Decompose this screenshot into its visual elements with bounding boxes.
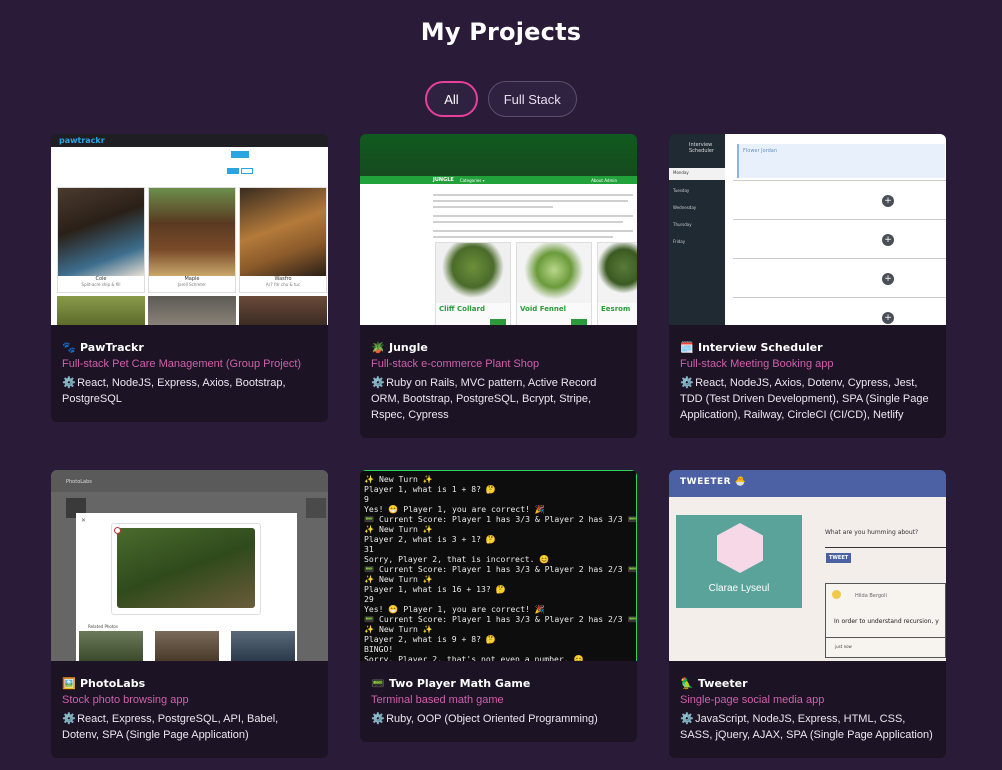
gear-icon: ⚙️ bbox=[680, 377, 694, 389]
tweeter-logo: TWEETER 🐣 bbox=[669, 470, 946, 497]
picture-icon: 🖼️ bbox=[62, 677, 76, 690]
project-thumbnail[interactable]: TWEETER 🐣 Clarae Lyseul What are you hum… bbox=[669, 470, 946, 661]
terminal-line: Yes! 😁 Player 1, you are correct! 🎉 bbox=[364, 604, 545, 614]
plant-icon: 🪴 bbox=[371, 341, 385, 354]
pawtrackr-logo: pawtrackr bbox=[59, 136, 105, 145]
gear-icon: ⚙️ bbox=[62, 377, 76, 389]
terminal-line: ✨ New Turn ✨ bbox=[364, 574, 433, 584]
add-appointment-icon: + bbox=[882, 273, 894, 285]
terminal-line: 📟 Current Score: Player 1 has 3/3 & Play… bbox=[364, 564, 637, 574]
project-thumbnail[interactable]: PhotoLabs ✕ Related Photos bbox=[51, 470, 328, 661]
terminal-line: 9 bbox=[364, 494, 369, 504]
project-tech: ⚙️ React, Express, PostgreSQL, API, Babe… bbox=[62, 713, 279, 741]
project-thumbnail[interactable]: pawtrackr Cole Split-acre ship & fill Ma… bbox=[51, 134, 328, 325]
add-appointment-icon: + bbox=[882, 312, 894, 324]
terminal-line: Player 1, what is 1 + 8? 🤔 bbox=[364, 484, 496, 494]
terminal-line: ✨ New Turn ✨ bbox=[364, 474, 433, 484]
project-card-photolabs[interactable]: PhotoLabs ✕ Related Photos 🖼️ PhotoLabs S… bbox=[51, 470, 328, 758]
add-appointment-icon: + bbox=[882, 195, 894, 207]
gear-icon: ⚙️ bbox=[62, 713, 76, 725]
project-subtitle: Full-stack e-commerce Plant Shop bbox=[371, 358, 540, 370]
terminal-output: ✨ New Turn ✨ Player 1, what is 1 + 8? 🤔 9 Y… bbox=[360, 470, 637, 661]
project-card-tweeter[interactable]: TWEETER 🐣 Clarae Lyseul What are you hum… bbox=[669, 470, 946, 758]
terminal-line: 📟 Current Score: Player 1 has 3/3 & Play… bbox=[364, 614, 637, 624]
project-card-pawtrackr[interactable]: pawtrackr Cole Split-acre ship & fill Ma… bbox=[51, 134, 328, 422]
project-title: PawTrackr bbox=[80, 341, 144, 354]
project-tech: ⚙️ React, NodeJS, Express, Axios, Bootst… bbox=[62, 377, 286, 405]
heart-icon bbox=[114, 527, 121, 534]
project-card-jungle[interactable]: JUNGLE Categories ▾ About Admin Cliff Co… bbox=[360, 134, 637, 438]
project-subtitle: Full-stack Meeting Booking app bbox=[680, 358, 834, 370]
terminal-line: ✨ New Turn ✨ bbox=[364, 624, 433, 634]
calendar-icon: 🗓️ bbox=[680, 341, 694, 354]
project-subtitle: Single-page social media app bbox=[680, 694, 825, 706]
project-tech: ⚙️ Ruby on Rails, MVC pattern, Active Re… bbox=[371, 377, 597, 421]
terminal-line: Yes! 😁 Player 1, you are correct! 🎉 bbox=[364, 504, 545, 514]
terminal-line: ✨ New Turn ✨ bbox=[364, 524, 433, 534]
terminal-line: Player 2, what is 9 + 8? 🤔 bbox=[364, 634, 496, 644]
page-title: My Projects bbox=[420, 18, 582, 46]
add-appointment-icon: + bbox=[882, 234, 894, 246]
terminal-line: Sorry, Player 2, that's not even a numbe… bbox=[364, 654, 584, 661]
gear-icon: ⚙️ bbox=[680, 713, 694, 725]
filter-bar: All Full Stack bbox=[0, 81, 1002, 117]
filter-all-button[interactable]: All bbox=[425, 81, 478, 117]
gear-icon: ⚙️ bbox=[371, 713, 385, 725]
project-title: Tweeter bbox=[698, 677, 748, 690]
project-title: Interview Scheduler bbox=[698, 341, 823, 354]
terminal-line: 📟 Current Score: Player 1 has 3/3 & Play… bbox=[364, 514, 637, 524]
terminal-line: BINGO! bbox=[364, 644, 394, 654]
project-title: Two Player Math Game bbox=[389, 677, 531, 690]
terminal-line: Player 1, what is 16 + 13? 🤔 bbox=[364, 584, 506, 594]
project-thumbnail[interactable]: JUNGLE Categories ▾ About Admin Cliff Co… bbox=[360, 134, 637, 325]
project-tech: ⚙️ Ruby, OOP (Object Oriented Programmin… bbox=[371, 713, 598, 725]
project-tech: ⚙️ JavaScript, NodeJS, Express, HTML, CS… bbox=[680, 713, 933, 741]
filter-fullstack-button[interactable]: Full Stack bbox=[487, 81, 577, 117]
pager-icon: 📟 bbox=[371, 677, 385, 690]
project-subtitle: Terminal based math game bbox=[371, 694, 504, 706]
project-title: Jungle bbox=[389, 341, 428, 354]
terminal-line: Player 2, what is 3 + 1? 🤔 bbox=[364, 534, 496, 544]
paw-icon: 🐾 bbox=[62, 341, 76, 354]
project-tech: ⚙️ React, NodeJS, Axios, Dotenv, Cypress… bbox=[680, 377, 929, 421]
terminal-line: 29 bbox=[364, 594, 374, 604]
project-thumbnail[interactable]: ✨ New Turn ✨ Player 1, what is 1 + 8? 🤔 9 Y… bbox=[360, 470, 637, 661]
project-subtitle: Stock photo browsing app bbox=[62, 694, 189, 706]
project-card-math-game[interactable]: ✨ New Turn ✨ Player 1, what is 1 + 8? 🤔 9 Y… bbox=[360, 470, 637, 742]
close-icon: ✕ bbox=[81, 517, 87, 524]
gear-icon: ⚙️ bbox=[371, 377, 385, 389]
terminal-line: 31 bbox=[364, 544, 374, 554]
project-subtitle: Full-stack Pet Care Management (Group Pr… bbox=[62, 358, 302, 370]
project-card-interview-scheduler[interactable]: Interview Scheduler Monday Tuesday Wedne… bbox=[669, 134, 946, 438]
bird-icon: 🦜 bbox=[680, 677, 694, 690]
terminal-line: Sorry, Player 2, that is incorrect. 😊 bbox=[364, 554, 550, 564]
project-title: PhotoLabs bbox=[80, 677, 146, 690]
project-thumbnail[interactable]: Interview Scheduler Monday Tuesday Wedne… bbox=[669, 134, 946, 325]
